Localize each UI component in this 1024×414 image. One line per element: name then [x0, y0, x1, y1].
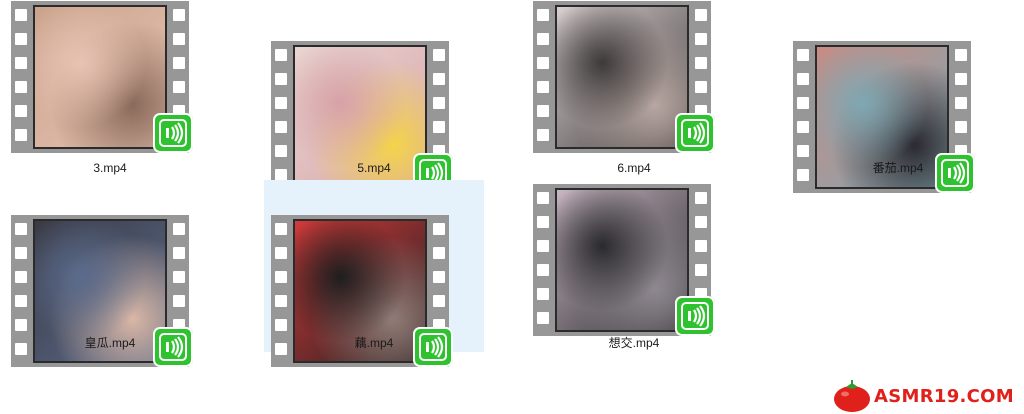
film-perforation — [537, 105, 549, 117]
film-perforation — [15, 33, 27, 45]
watermark: ASMR19.COM — [832, 377, 1022, 413]
file-item[interactable]: 想交.mp4 — [524, 183, 744, 355]
film-perforation — [537, 216, 549, 228]
film-perforation — [173, 223, 185, 235]
video-preview — [35, 7, 165, 147]
file-item[interactable]: 番茄.mp4 — [788, 40, 1008, 212]
film-perforation — [15, 271, 27, 283]
file-name: 皇瓜.mp4 — [84, 336, 136, 350]
film-perforation — [537, 57, 549, 69]
film-perforation — [15, 9, 27, 21]
file-name: 番茄.mp4 — [872, 161, 924, 175]
film-perforation — [433, 97, 445, 109]
film-perforation — [955, 73, 967, 85]
file-item[interactable]: 藕.mp4 — [264, 180, 484, 367]
film-perforation — [695, 57, 707, 69]
film-perforation — [275, 295, 287, 307]
film-perforation — [173, 57, 185, 69]
film-perforation — [433, 49, 445, 61]
film-perforation — [15, 223, 27, 235]
file-item[interactable]: 6.mp4 — [524, 0, 744, 175]
film-perforation — [173, 9, 185, 21]
film-perforation — [537, 81, 549, 93]
film-perforation — [537, 9, 549, 21]
file-name: 5.mp4 — [357, 161, 391, 175]
film-perforation — [433, 121, 445, 133]
film-perforation-column — [11, 1, 31, 153]
file-name: 3.mp4 — [93, 161, 127, 175]
video-thumbnail — [533, 1, 715, 153]
file-name: 想交.mp4 — [608, 336, 660, 350]
film-perforation — [797, 121, 809, 133]
film-perforation — [15, 247, 27, 259]
film-perforation — [173, 271, 185, 283]
video-frame — [555, 5, 689, 149]
film-perforation — [537, 192, 549, 204]
film-perforation — [15, 105, 27, 117]
film-perforation — [15, 129, 27, 141]
video-thumbnail — [11, 1, 193, 153]
film-perforation — [275, 121, 287, 133]
film-perforation-column — [533, 1, 553, 153]
film-perforation — [15, 57, 27, 69]
film-perforation — [15, 81, 27, 93]
film-perforation — [537, 264, 549, 276]
film-perforation — [275, 271, 287, 283]
film-perforation — [695, 192, 707, 204]
film-perforation — [955, 121, 967, 133]
film-perforation — [173, 247, 185, 259]
film-perforation — [173, 33, 185, 45]
watermark-text: ASMR19.COM — [874, 386, 1014, 407]
video-badge-icon — [675, 113, 715, 153]
film-perforation — [695, 9, 707, 21]
video-badge-icon — [675, 296, 715, 336]
film-perforation — [537, 288, 549, 300]
video-thumbnail — [533, 184, 715, 336]
film-perforation — [433, 295, 445, 307]
film-perforation — [433, 223, 445, 235]
film-perforation — [797, 73, 809, 85]
film-perforation — [537, 312, 549, 324]
film-perforation — [537, 33, 549, 45]
film-perforation — [537, 129, 549, 141]
film-perforation — [797, 49, 809, 61]
film-perforation — [955, 97, 967, 109]
film-perforation — [275, 223, 287, 235]
film-perforation — [433, 271, 445, 283]
film-perforation — [275, 97, 287, 109]
film-perforation-column — [533, 184, 553, 336]
film-perforation — [537, 240, 549, 252]
film-perforation — [695, 81, 707, 93]
video-preview — [557, 190, 687, 330]
film-perforation — [173, 295, 185, 307]
film-perforation — [695, 240, 707, 252]
file-name: 6.mp4 — [617, 161, 651, 175]
film-perforation — [15, 295, 27, 307]
film-perforation — [15, 319, 27, 331]
film-perforation — [695, 33, 707, 45]
film-perforation — [275, 319, 287, 331]
film-perforation — [797, 97, 809, 109]
file-item[interactable]: 皇瓜.mp4 — [0, 214, 220, 386]
film-perforation — [275, 145, 287, 157]
video-badge-icon — [153, 113, 193, 153]
film-perforation — [695, 264, 707, 276]
file-name: 藕.mp4 — [354, 336, 394, 350]
film-perforation — [433, 247, 445, 259]
video-frame — [555, 188, 689, 332]
film-perforation — [275, 73, 287, 85]
film-perforation — [433, 73, 445, 85]
video-frame — [33, 5, 167, 149]
film-perforation — [955, 49, 967, 61]
film-perforation — [275, 247, 287, 259]
film-perforation — [797, 145, 809, 157]
tomato-icon — [834, 380, 870, 412]
film-perforation — [275, 49, 287, 61]
video-preview — [557, 7, 687, 147]
film-perforation — [695, 216, 707, 228]
film-perforation — [173, 81, 185, 93]
file-item[interactable]: 3.mp4 — [0, 0, 220, 175]
